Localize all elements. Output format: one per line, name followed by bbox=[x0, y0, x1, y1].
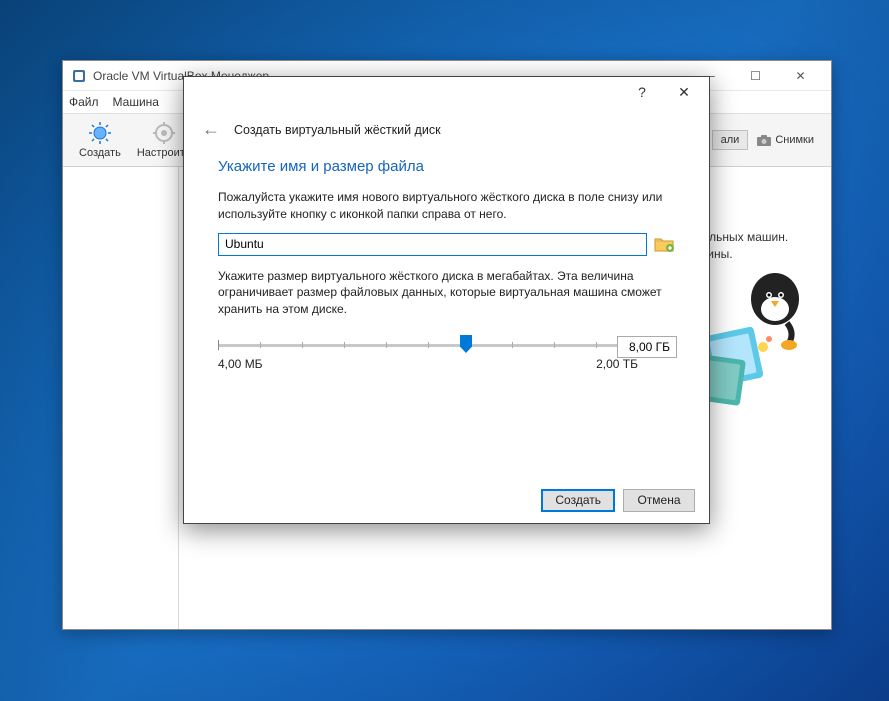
dialog-paragraph-2: Укажите размер виртуального жёсткого дис… bbox=[218, 268, 675, 318]
vm-list-panel bbox=[63, 167, 179, 629]
tab-snapshots[interactable]: Снимки bbox=[748, 130, 823, 150]
gear-icon bbox=[152, 121, 176, 145]
create-disk-dialog: ? ✕ ← Создать виртуальный жёсткий диск У… bbox=[183, 76, 710, 524]
tab-details-label: али bbox=[721, 134, 740, 146]
dialog-close-button[interactable]: ✕ bbox=[663, 78, 705, 106]
disk-size-input[interactable] bbox=[617, 336, 677, 358]
slider-max-label: 2,00 ТБ bbox=[596, 357, 638, 371]
dialog-footer: Создать Отмена bbox=[184, 477, 709, 523]
dialog-header-row: ← Создать виртуальный жёсткий диск bbox=[184, 107, 709, 158]
dialog-header-title: Создать виртуальный жёсткий диск bbox=[234, 123, 441, 137]
tab-details[interactable]: али bbox=[712, 130, 749, 150]
dialog-paragraph-1: Пожалуйста укажите имя нового виртуально… bbox=[218, 189, 675, 223]
menu-file[interactable]: Файл bbox=[69, 95, 99, 109]
camera-icon bbox=[757, 135, 771, 146]
toolbar-create-label: Создать bbox=[79, 147, 121, 159]
slider-thumb[interactable] bbox=[460, 335, 472, 353]
close-button[interactable]: ✕ bbox=[778, 61, 823, 91]
dialog-help-button[interactable]: ? bbox=[621, 78, 663, 106]
disk-filename-input[interactable] bbox=[218, 233, 647, 256]
sun-icon bbox=[88, 121, 112, 145]
virtualbox-icon bbox=[71, 68, 87, 84]
folder-icon bbox=[653, 233, 675, 255]
maximize-button[interactable]: ☐ bbox=[733, 61, 778, 91]
browse-folder-button[interactable] bbox=[653, 233, 675, 255]
dialog-section-heading: Укажите имя и размер файла bbox=[218, 158, 675, 175]
menu-machine[interactable]: Машина bbox=[113, 95, 159, 109]
back-arrow-icon[interactable]: ← bbox=[202, 119, 220, 140]
cancel-button[interactable]: Отмена bbox=[623, 489, 695, 512]
slider-min-label: 4,00 МБ bbox=[218, 357, 263, 371]
tab-snapshots-label: Снимки bbox=[775, 134, 814, 146]
create-button[interactable]: Создать bbox=[541, 489, 615, 512]
virtualbox-mascot-image bbox=[697, 261, 807, 411]
disk-size-slider[interactable] bbox=[218, 344, 675, 347]
dialog-titlebar: ? ✕ bbox=[184, 77, 709, 107]
toolbar-create-button[interactable]: Создать bbox=[71, 119, 129, 161]
